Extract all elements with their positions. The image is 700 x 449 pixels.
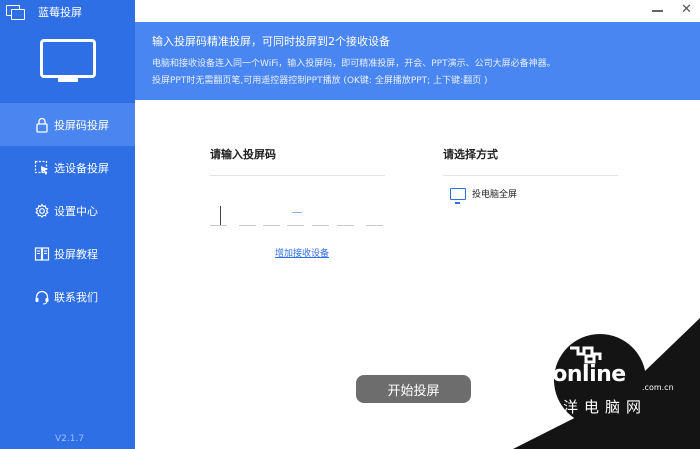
code-digit-slot[interactable] bbox=[337, 225, 354, 226]
lock-icon bbox=[33, 116, 51, 134]
start-cast-button[interactable]: 开始投屏 bbox=[356, 375, 471, 403]
code-digit-slot[interactable] bbox=[366, 225, 383, 226]
cursor-select-icon bbox=[33, 159, 51, 177]
sidebar-item-contact[interactable]: 联系我们 bbox=[0, 275, 135, 318]
code-digit-slot[interactable] bbox=[239, 225, 256, 226]
minimize-button[interactable] bbox=[652, 10, 663, 12]
watermark-cn: 太平洋电脑网 bbox=[521, 398, 648, 416]
sidebar-item-settings[interactable]: 设置中心 bbox=[0, 189, 135, 232]
title-bar: 蓝莓投屏 bbox=[6, 4, 82, 20]
sidebar-nav: 投屏码投屏 选设备投屏 设置中心 投屏教程 联系我们 bbox=[0, 103, 135, 318]
info-banner: 输入投屏码精准投屏，可同时投屏到2个接收设备 电脑和接收设备连入同一个WiFi，… bbox=[135, 22, 700, 100]
version-label: V2.1.7 bbox=[55, 434, 85, 444]
monitor-icon bbox=[40, 39, 96, 82]
code-section-title: 请输入投屏码 bbox=[210, 148, 276, 161]
watermark-domain: .com.cn bbox=[642, 383, 674, 392]
code-digit-slot[interactable] bbox=[210, 225, 227, 226]
sidebar-item-device-cast[interactable]: 选设备投屏 bbox=[0, 146, 135, 189]
text-caret bbox=[220, 206, 221, 226]
app-window: ✕ 蓝莓投屏 投屏码投屏 选设备投屏 设置中心 投屏教程 联系我们 V2.1.7… bbox=[0, 0, 700, 449]
sidebar-item-label: 投屏教程 bbox=[54, 247, 98, 261]
banner-title: 输入投屏码精准投屏，可同时投屏到2个接收设备 bbox=[152, 35, 390, 48]
sidebar: 蓝莓投屏 投屏码投屏 选设备投屏 设置中心 投屏教程 联系我们 V2.1.7 bbox=[0, 0, 135, 449]
headset-icon bbox=[33, 288, 51, 306]
mode-section-divider bbox=[443, 175, 618, 176]
sidebar-item-label: 联系我们 bbox=[54, 290, 98, 304]
sidebar-item-label: 设置中心 bbox=[54, 204, 98, 218]
banner-line-2: 电脑和接收设备连入同一个WiFi，输入投屏码，即可精准投屏，开会、PPT演示、公… bbox=[152, 59, 556, 69]
sidebar-item-label: 选设备投屏 bbox=[54, 161, 109, 175]
cast-full-screen-option[interactable]: 投电脑全屏 bbox=[450, 187, 518, 204]
code-digit-slot[interactable] bbox=[263, 225, 280, 226]
watermark-brand: PConline bbox=[521, 362, 626, 387]
mode-option-label: 投电脑全屏 bbox=[472, 190, 518, 200]
sidebar-item-code-cast[interactable]: 投屏码投屏 bbox=[0, 103, 135, 146]
banner-line-3: 投屏PPT时无需翻页笔,可用遥控器控制PPT播放 (OK键: 全屏播放PPT; … bbox=[152, 76, 488, 86]
mode-section-title: 请选择方式 bbox=[443, 148, 498, 161]
code-digit-slot[interactable] bbox=[312, 225, 329, 226]
app-logo-icon bbox=[6, 5, 26, 20]
close-button[interactable]: ✕ bbox=[681, 3, 692, 17]
code-section-divider bbox=[210, 175, 385, 176]
book-icon bbox=[33, 245, 51, 263]
code-digit-slot[interactable] bbox=[287, 225, 304, 226]
monitor-icon bbox=[450, 187, 466, 204]
input-focus-mark bbox=[292, 212, 302, 213]
gear-icon bbox=[33, 202, 51, 220]
add-device-link[interactable]: 增加接收设备 bbox=[275, 246, 329, 259]
sidebar-item-tutorial[interactable]: 投屏教程 bbox=[0, 232, 135, 275]
app-title: 蓝莓投屏 bbox=[38, 6, 82, 19]
sidebar-item-label: 投屏码投屏 bbox=[54, 118, 109, 132]
